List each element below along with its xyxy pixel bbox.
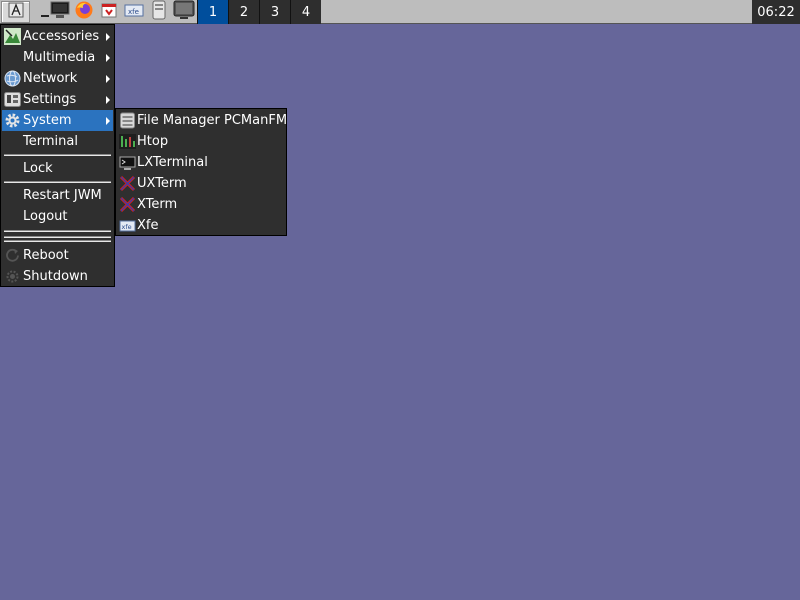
lxterminal-icon (119, 154, 136, 171)
menu-item-label: Settings (23, 92, 77, 107)
storage-launcher[interactable] (145, 0, 173, 24)
accessories-icon (4, 28, 21, 45)
network-icon: xfe (124, 2, 144, 22)
menu-separator (4, 181, 111, 183)
menu-item-system[interactable]: System (2, 110, 113, 131)
menu-item-label: Accessories (23, 29, 100, 44)
taskbar: xfe 1 2 3 4 06:22 (0, 0, 800, 24)
menu-item-network[interactable]: Network (2, 68, 113, 89)
menu-item-file-manager-pcmanfm[interactable]: File Manager PCManFM (117, 110, 288, 131)
menu-item-htop[interactable]: Htop (117, 131, 285, 152)
menu-item-label: Htop (137, 134, 169, 149)
htop-icon (119, 133, 136, 150)
menu-item-terminal[interactable]: Terminal (2, 131, 113, 152)
menu-separator (4, 240, 111, 242)
menu-item-label: Terminal (23, 134, 78, 149)
storage-icon (151, 0, 167, 24)
menu-item-uxterm[interactable]: UXTerm (117, 173, 285, 194)
shutdown-icon (4, 268, 21, 285)
menu-item-lock[interactable]: Lock (2, 158, 113, 179)
menu-item-label: Restart JWM (23, 188, 102, 203)
menu-item-label: Xfe (137, 218, 159, 233)
submenu-arrow-icon (106, 96, 110, 104)
xfe-icon: xfe (119, 217, 136, 234)
workspace-2[interactable]: 2 (228, 0, 259, 24)
menu-item-logout[interactable]: Logout (2, 206, 113, 227)
firefox-icon (74, 0, 94, 24)
menu-item-label: File Manager PCManFM (137, 113, 288, 128)
menu-item-label: UXTerm (137, 176, 187, 191)
submenu-arrow-icon (106, 117, 110, 125)
menu-item-shutdown[interactable]: Shutdown (2, 266, 113, 287)
clock[interactable]: 06:22 (752, 0, 800, 24)
workspace-4[interactable]: 4 (290, 0, 321, 24)
menu-item-multimedia[interactable]: Multimedia (2, 47, 113, 68)
menu-item-label: LXTerminal (137, 155, 208, 170)
xterm-icon (119, 196, 136, 213)
submenu-arrow-icon (106, 54, 110, 62)
menu-item-restart-jwm[interactable]: Restart JWM (2, 185, 113, 206)
menu-item-label: Network (23, 71, 78, 86)
menu-separator (4, 230, 111, 232)
system-gear-icon (4, 112, 21, 129)
menu-item-reboot[interactable]: Reboot (2, 245, 113, 266)
menu-item-label: Multimedia (23, 50, 96, 65)
menu-item-xfe[interactable]: xfe Xfe (117, 215, 285, 236)
submenu-arrow-icon (106, 33, 110, 41)
submenu-arrow-icon (106, 75, 110, 83)
menu-item-lxterminal[interactable]: LXTerminal (117, 152, 285, 173)
monitor-launcher[interactable] (170, 0, 198, 24)
root-menu-button[interactable] (1, 1, 30, 23)
menu-separator (4, 154, 111, 156)
installer-icon (100, 1, 118, 23)
root-menu: Accessories Multimedia Network Settings … (0, 24, 115, 287)
reboot-icon (4, 247, 21, 264)
file-manager-icon (119, 112, 136, 129)
menu-item-label: Shutdown (23, 269, 88, 284)
installer-launcher[interactable] (95, 1, 123, 23)
menu-item-settings[interactable]: Settings (2, 89, 113, 110)
settings-icon (4, 91, 21, 108)
menu-separator (4, 236, 111, 238)
terminal-icon (50, 1, 70, 23)
menu-item-accessories[interactable]: Accessories (2, 26, 113, 47)
menu-item-label: XTerm (137, 197, 178, 212)
menu-item-label: Lock (23, 161, 53, 176)
menu-item-label: Reboot (23, 248, 69, 263)
svg-text:xfe: xfe (128, 8, 139, 16)
uxterm-icon (119, 175, 136, 192)
network-globe-icon (4, 70, 21, 87)
root-menu-icon (8, 2, 24, 22)
menu-item-label: Logout (23, 209, 68, 224)
svg-text:xfe: xfe (122, 223, 132, 231)
workspace-1[interactable]: 1 (197, 0, 228, 24)
workspace-3[interactable]: 3 (259, 0, 290, 24)
system-submenu: File Manager PCManFM Htop LXTerminal UXT… (115, 108, 287, 236)
monitor-icon (173, 0, 195, 24)
firefox-launcher[interactable] (70, 1, 98, 23)
menu-item-label: System (23, 113, 72, 128)
network-launcher[interactable]: xfe (120, 1, 148, 23)
menu-item-xterm[interactable]: XTerm (117, 194, 285, 215)
